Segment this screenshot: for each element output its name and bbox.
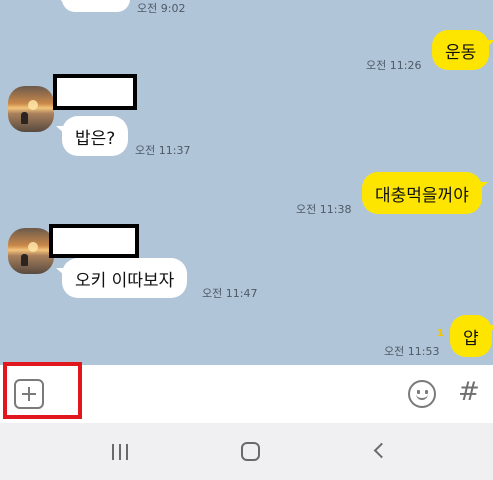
message-text: 밥은? — [75, 128, 116, 149]
system-navigation-bar — [0, 423, 493, 480]
sender-avatar[interactable] — [8, 228, 54, 274]
highlight-box — [3, 362, 82, 419]
message-bubble-outgoing[interactable]: 운동 — [432, 30, 493, 70]
message-text: 대충먹을꺼야 — [375, 185, 469, 206]
message-text: 운동 — [445, 42, 477, 63]
sender-avatar[interactable] — [8, 86, 54, 132]
message-bubble-incoming[interactable] — [56, 0, 130, 12]
recent-apps-icon[interactable] — [112, 444, 130, 460]
chat-message-area[interactable]: 오전 9:02 오전 11:26 운동 밥은? 오전 11:37 오전 11:3… — [0, 0, 493, 365]
message-time: 오전 11:47 — [202, 287, 258, 300]
message-bubble-outgoing[interactable]: 얍 — [450, 315, 493, 357]
message-bubble-incoming[interactable]: 밥은? — [55, 116, 129, 156]
hashtag-button[interactable]: # — [458, 377, 480, 407]
message-time: 오전 11:53 — [384, 345, 440, 358]
unread-count: 1 — [437, 328, 444, 339]
message-time: 오전 11:38 — [296, 203, 352, 216]
message-time: 오전 11:37 — [135, 144, 191, 157]
message-time: 오전 11:26 — [366, 59, 422, 72]
sender-name-redacted — [49, 224, 139, 258]
message-text: 얍 — [463, 328, 479, 349]
message-bubble-incoming[interactable]: 오키 이따보자 — [55, 258, 188, 298]
home-icon[interactable] — [241, 442, 260, 461]
smiley-icon[interactable] — [408, 380, 436, 408]
message-text: 오키 이따보자 — [75, 270, 175, 291]
message-time: 오전 9:02 — [137, 2, 186, 15]
back-icon[interactable] — [373, 442, 390, 459]
message-bubble-outgoing[interactable]: 대충먹을꺼야 — [362, 172, 488, 214]
sender-name-redacted — [53, 74, 137, 110]
